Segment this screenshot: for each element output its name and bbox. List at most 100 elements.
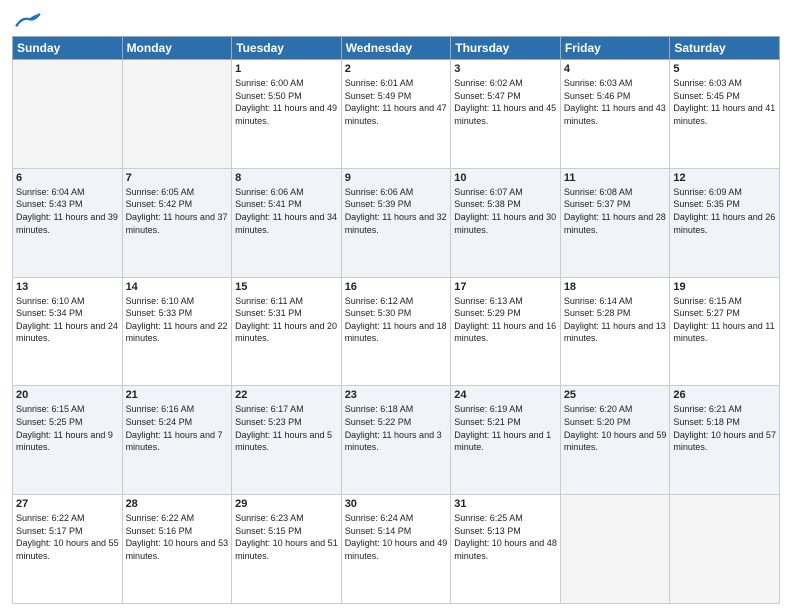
table-row: 12 Sunrise: 6:09 AM Sunset: 5:35 PM Dayli… bbox=[670, 168, 780, 277]
day-number: 14 bbox=[126, 281, 229, 293]
day-info: Sunrise: 6:06 AM Sunset: 5:41 PM Dayligh… bbox=[235, 186, 338, 236]
day-number: 9 bbox=[345, 172, 448, 184]
table-row: 24 Sunrise: 6:19 AM Sunset: 5:21 PM Dayli… bbox=[451, 386, 561, 495]
table-row: 10Sunrise: 6:07 AM Sunset: 5:38 PM Dayli… bbox=[451, 168, 561, 277]
day-info: Sunrise: 6:23 AM Sunset: 5:15 PM Dayligh… bbox=[235, 512, 338, 562]
day-info: Sunrise: 6:24 AM Sunset: 5:14 PM Dayligh… bbox=[345, 512, 448, 562]
day-info: Sunrise: 6:09 AM Sunset: 5:35 PM Dayligh… bbox=[673, 186, 776, 236]
day-number: 23 bbox=[345, 389, 448, 401]
day-number: 1 bbox=[235, 63, 338, 75]
day-info: Sunrise: 6:04 AM Sunset: 5:43 PM Dayligh… bbox=[16, 186, 119, 236]
table-row bbox=[560, 495, 670, 604]
day-number: 10 bbox=[454, 172, 557, 184]
day-info: Sunrise: 6:01 AM Sunset: 5:49 PM Dayligh… bbox=[345, 77, 448, 127]
table-row: 13 Sunrise: 6:10 AM Sunset: 5:34 PM Dayli… bbox=[13, 277, 123, 386]
day-number: 24 bbox=[454, 389, 557, 401]
day-number: 4 bbox=[564, 63, 667, 75]
table-row: 6 Sunrise: 6:04 AM Sunset: 5:43 PM Daylig… bbox=[13, 168, 123, 277]
day-info: Sunrise: 6:12 AM Sunset: 5:30 PM Dayligh… bbox=[345, 295, 448, 345]
day-info: Sunrise: 6:15 AM Sunset: 5:25 PM Dayligh… bbox=[16, 403, 119, 453]
header bbox=[12, 10, 780, 30]
day-info: Sunrise: 6:18 AM Sunset: 5:22 PM Dayligh… bbox=[345, 403, 448, 453]
calendar-table: Sunday Monday Tuesday Wednesday Thursday… bbox=[12, 36, 780, 604]
table-row: 16 Sunrise: 6:12 AM Sunset: 5:30 PM Dayli… bbox=[341, 277, 451, 386]
calendar-page: Sunday Monday Tuesday Wednesday Thursday… bbox=[0, 0, 792, 612]
day-info: Sunrise: 6:25 AM Sunset: 5:13 PM Dayligh… bbox=[454, 512, 557, 562]
day-number: 16 bbox=[345, 281, 448, 293]
day-number: 29 bbox=[235, 498, 338, 510]
logo-bird-icon bbox=[14, 10, 42, 30]
table-row: 19Sunrise: 6:15 AM Sunset: 5:27 PM Dayli… bbox=[670, 277, 780, 386]
table-row: 1 Sunrise: 6:00 AM Sunset: 5:50 PM Daylig… bbox=[232, 60, 342, 169]
table-row: 30 Sunrise: 6:24 AM Sunset: 5:14 PM Dayli… bbox=[341, 495, 451, 604]
table-row: 23 Sunrise: 6:18 AM Sunset: 5:22 PM Dayli… bbox=[341, 386, 451, 495]
day-info: Sunrise: 6:10 AM Sunset: 5:34 PM Dayligh… bbox=[16, 295, 119, 345]
table-row bbox=[122, 60, 232, 169]
table-row: 18 Sunrise: 6:14 AM Sunset: 5:28 PM Dayli… bbox=[560, 277, 670, 386]
col-thursday: Thursday bbox=[451, 37, 561, 60]
col-saturday: Saturday bbox=[670, 37, 780, 60]
col-tuesday: Tuesday bbox=[232, 37, 342, 60]
table-row bbox=[670, 495, 780, 604]
col-sunday: Sunday bbox=[13, 37, 123, 60]
col-friday: Friday bbox=[560, 37, 670, 60]
day-info: Sunrise: 6:11 AM Sunset: 5:31 PM Dayligh… bbox=[235, 295, 338, 345]
table-row bbox=[13, 60, 123, 169]
table-row: 22 Sunrise: 6:17 AM Sunset: 5:23 PM Dayli… bbox=[232, 386, 342, 495]
table-row: 15Sunrise: 6:11 AM Sunset: 5:31 PM Dayli… bbox=[232, 277, 342, 386]
day-info: Sunrise: 6:00 AM Sunset: 5:50 PM Dayligh… bbox=[235, 77, 338, 127]
calendar-week-row: 6 Sunrise: 6:04 AM Sunset: 5:43 PM Daylig… bbox=[13, 168, 780, 277]
day-number: 25 bbox=[564, 389, 667, 401]
day-info: Sunrise: 6:05 AM Sunset: 5:42 PM Dayligh… bbox=[126, 186, 229, 236]
table-row: 8 Sunrise: 6:06 AM Sunset: 5:41 PM Daylig… bbox=[232, 168, 342, 277]
table-row: 3Sunrise: 6:02 AM Sunset: 5:47 PM Daylig… bbox=[451, 60, 561, 169]
day-info: Sunrise: 6:14 AM Sunset: 5:28 PM Dayligh… bbox=[564, 295, 667, 345]
day-number: 27 bbox=[16, 498, 119, 510]
day-number: 26 bbox=[673, 389, 776, 401]
day-number: 18 bbox=[564, 281, 667, 293]
calendar-header-row: Sunday Monday Tuesday Wednesday Thursday… bbox=[13, 37, 780, 60]
table-row: 9Sunrise: 6:06 AM Sunset: 5:39 PM Daylig… bbox=[341, 168, 451, 277]
calendar-week-row: 27 Sunrise: 6:22 AM Sunset: 5:17 PM Dayli… bbox=[13, 495, 780, 604]
day-info: Sunrise: 6:03 AM Sunset: 5:45 PM Dayligh… bbox=[673, 77, 776, 127]
table-row: 31Sunrise: 6:25 AM Sunset: 5:13 PM Dayli… bbox=[451, 495, 561, 604]
day-info: Sunrise: 6:02 AM Sunset: 5:47 PM Dayligh… bbox=[454, 77, 557, 127]
day-number: 5 bbox=[673, 63, 776, 75]
day-number: 7 bbox=[126, 172, 229, 184]
day-number: 20 bbox=[16, 389, 119, 401]
table-row: 26Sunrise: 6:21 AM Sunset: 5:18 PM Dayli… bbox=[670, 386, 780, 495]
table-row: 27 Sunrise: 6:22 AM Sunset: 5:17 PM Dayli… bbox=[13, 495, 123, 604]
day-info: Sunrise: 6:16 AM Sunset: 5:24 PM Dayligh… bbox=[126, 403, 229, 453]
calendar-week-row: 20 Sunrise: 6:15 AM Sunset: 5:25 PM Dayli… bbox=[13, 386, 780, 495]
calendar-week-row: 13 Sunrise: 6:10 AM Sunset: 5:34 PM Dayli… bbox=[13, 277, 780, 386]
day-info: Sunrise: 6:03 AM Sunset: 5:46 PM Dayligh… bbox=[564, 77, 667, 127]
table-row: 7 Sunrise: 6:05 AM Sunset: 5:42 PM Daylig… bbox=[122, 168, 232, 277]
day-info: Sunrise: 6:19 AM Sunset: 5:21 PM Dayligh… bbox=[454, 403, 557, 453]
day-number: 12 bbox=[673, 172, 776, 184]
day-number: 8 bbox=[235, 172, 338, 184]
table-row: 5 Sunrise: 6:03 AM Sunset: 5:45 PM Daylig… bbox=[670, 60, 780, 169]
table-row: 14 Sunrise: 6:10 AM Sunset: 5:33 PM Dayli… bbox=[122, 277, 232, 386]
day-number: 21 bbox=[126, 389, 229, 401]
day-number: 6 bbox=[16, 172, 119, 184]
day-number: 22 bbox=[235, 389, 338, 401]
day-number: 28 bbox=[126, 498, 229, 510]
day-number: 2 bbox=[345, 63, 448, 75]
table-row: 25 Sunrise: 6:20 AM Sunset: 5:20 PM Dayli… bbox=[560, 386, 670, 495]
day-info: Sunrise: 6:17 AM Sunset: 5:23 PM Dayligh… bbox=[235, 403, 338, 453]
table-row: 29 Sunrise: 6:23 AM Sunset: 5:15 PM Dayli… bbox=[232, 495, 342, 604]
logo bbox=[12, 10, 42, 30]
day-info: Sunrise: 6:22 AM Sunset: 5:16 PM Dayligh… bbox=[126, 512, 229, 562]
day-info: Sunrise: 6:10 AM Sunset: 5:33 PM Dayligh… bbox=[126, 295, 229, 345]
table-row: 11Sunrise: 6:08 AM Sunset: 5:37 PM Dayli… bbox=[560, 168, 670, 277]
col-monday: Monday bbox=[122, 37, 232, 60]
calendar-week-row: 1 Sunrise: 6:00 AM Sunset: 5:50 PM Daylig… bbox=[13, 60, 780, 169]
table-row: 4 Sunrise: 6:03 AM Sunset: 5:46 PM Daylig… bbox=[560, 60, 670, 169]
table-row: 20 Sunrise: 6:15 AM Sunset: 5:25 PM Dayli… bbox=[13, 386, 123, 495]
day-info: Sunrise: 6:08 AM Sunset: 5:37 PM Dayligh… bbox=[564, 186, 667, 236]
day-info: Sunrise: 6:20 AM Sunset: 5:20 PM Dayligh… bbox=[564, 403, 667, 453]
day-number: 13 bbox=[16, 281, 119, 293]
day-number: 30 bbox=[345, 498, 448, 510]
day-info: Sunrise: 6:22 AM Sunset: 5:17 PM Dayligh… bbox=[16, 512, 119, 562]
day-info: Sunrise: 6:13 AM Sunset: 5:29 PM Dayligh… bbox=[454, 295, 557, 345]
